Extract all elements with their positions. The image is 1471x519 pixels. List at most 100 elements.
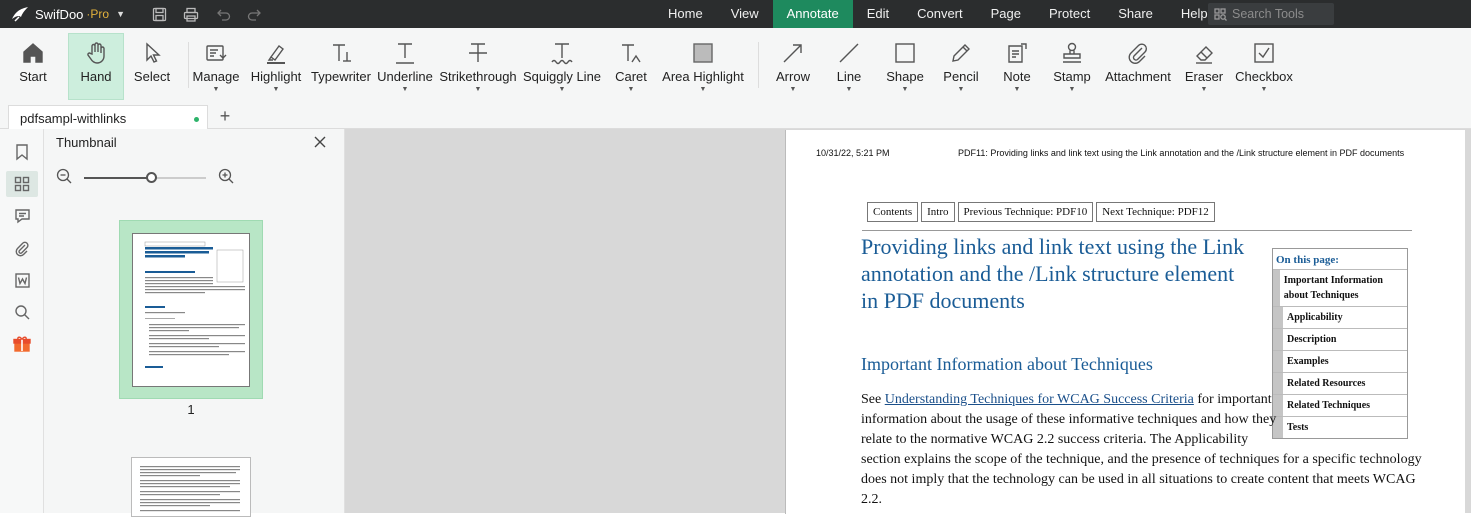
toc-item-label: Description xyxy=(1287,334,1337,345)
underline-tool[interactable]: Underline ▼ xyxy=(377,28,433,102)
print-button[interactable] xyxy=(175,0,207,28)
gift-button[interactable] xyxy=(6,331,38,357)
menu-annotate[interactable]: Annotate xyxy=(772,0,853,28)
thumbnail-panel-button[interactable] xyxy=(6,171,38,197)
search-panel-button[interactable] xyxy=(6,299,38,325)
manage-tool[interactable]: Manage ▼ xyxy=(193,28,240,102)
app-logo-menu[interactable]: SwifDoo ·Pro ▼ xyxy=(0,0,125,28)
undo-button[interactable] xyxy=(207,0,239,28)
toc-item[interactable]: Examples xyxy=(1273,350,1407,372)
menu-convert[interactable]: Convert xyxy=(903,0,977,28)
note-tool[interactable]: Note ▼ xyxy=(1000,28,1034,102)
arrow-tool[interactable]: Arrow ▼ xyxy=(773,28,813,102)
checkbox-icon xyxy=(1254,43,1274,63)
hand-label: Hand xyxy=(80,69,112,84)
page-thumbnail-selected[interactable] xyxy=(119,220,263,399)
pencil-tool[interactable]: Pencil ▼ xyxy=(940,28,982,102)
page-number-label: 1 xyxy=(187,402,195,417)
chevron-down-icon[interactable]: ▼ xyxy=(559,86,566,94)
nav-contents-link[interactable]: Contents xyxy=(867,202,919,222)
chevron-down-icon[interactable]: ▼ xyxy=(1261,86,1268,94)
chevron-down-icon[interactable]: ▼ xyxy=(902,86,909,94)
heading-line: in PDF documents xyxy=(861,288,1025,313)
zoom-out-button[interactable] xyxy=(56,168,73,188)
chevron-down-icon[interactable]: ▼ xyxy=(958,86,965,94)
toc-item[interactable]: Important Information about Techniques xyxy=(1273,269,1407,306)
word-panel-button[interactable] xyxy=(6,267,38,293)
zoom-in-icon xyxy=(218,168,234,184)
paperclip-icon xyxy=(1128,43,1148,64)
caret-tool[interactable]: Caret ▼ xyxy=(612,28,650,102)
toc-item[interactable]: Description xyxy=(1273,328,1407,350)
caret-label: Caret xyxy=(615,69,647,84)
chevron-down-icon[interactable]: ▼ xyxy=(1069,86,1076,94)
zoom-slider-handle[interactable] xyxy=(146,172,158,183)
arrow-icon xyxy=(783,44,802,63)
attachments-panel-button[interactable] xyxy=(6,235,38,261)
typewriter-tool[interactable]: Typewriter xyxy=(311,28,371,102)
strikethrough-tool[interactable]: Strikethrough ▼ xyxy=(439,28,517,102)
chevron-down-icon[interactable]: ▼ xyxy=(273,86,280,94)
close-icon xyxy=(314,136,326,148)
start-tool[interactable]: Start xyxy=(14,28,52,102)
comments-panel-button[interactable] xyxy=(6,203,38,229)
pdf-page[interactable]: 10/31/22, 5:21 PM PDF11: Providing links… xyxy=(785,130,1465,514)
toc-item[interactable]: Applicability xyxy=(1273,306,1407,328)
save-button[interactable] xyxy=(143,0,175,28)
nav-previous-link[interactable]: Previous Technique: PDF10 xyxy=(957,202,1094,222)
chevron-down-icon[interactable]: ▼ xyxy=(1014,86,1021,94)
menu-edit[interactable]: Edit xyxy=(853,0,903,28)
search-tools-input[interactable]: Search Tools xyxy=(1208,3,1334,25)
eraser-tool[interactable]: Eraser ▼ xyxy=(1184,28,1224,102)
attachment-tool[interactable]: Attachment xyxy=(1105,28,1171,102)
line-label: Line xyxy=(836,69,862,84)
add-tab-button[interactable]: + xyxy=(216,105,234,127)
menu-view[interactable]: View xyxy=(717,0,773,28)
typewriter-label: Typewriter xyxy=(311,69,371,84)
nav-intro-link[interactable]: Intro xyxy=(921,202,955,222)
paragraph-line: See Understanding Techniques for WCAG Su… xyxy=(861,392,1272,407)
chevron-down-icon[interactable]: ▼ xyxy=(790,86,797,94)
wcag-techniques-link[interactable]: Understanding Techniques for WCAG Succes… xyxy=(885,392,1194,407)
shape-tool[interactable]: Shape ▼ xyxy=(885,28,925,102)
toc-item-label: Examples xyxy=(1287,356,1329,367)
zoom-in-button[interactable] xyxy=(218,168,235,188)
chevron-down-icon[interactable]: ▼ xyxy=(475,86,482,94)
app-name: SwifDoo xyxy=(35,6,84,22)
close-panel-button[interactable] xyxy=(313,135,329,151)
document-tab[interactable]: pdfsampl-withlinks xyxy=(8,105,208,130)
menu-home[interactable]: Home xyxy=(654,0,717,28)
chevron-down-icon[interactable]: ▼ xyxy=(700,86,707,94)
separator xyxy=(188,42,189,88)
highlight-tool[interactable]: Highlight ▼ xyxy=(250,28,302,102)
note-icon xyxy=(1008,43,1027,63)
saved-status-dot xyxy=(194,117,199,122)
menu-page[interactable]: Page xyxy=(977,0,1035,28)
chevron-down-icon[interactable]: ▼ xyxy=(402,86,409,94)
redo-button[interactable] xyxy=(239,0,271,28)
zoom-slider[interactable] xyxy=(84,172,206,183)
chevron-down-icon[interactable]: ▼ xyxy=(1201,86,1208,94)
select-tool[interactable]: Select xyxy=(132,28,172,102)
menu-protect[interactable]: Protect xyxy=(1035,0,1104,28)
chevron-down-icon[interactable]: ▼ xyxy=(628,86,635,94)
chevron-down-icon[interactable]: ▼ xyxy=(213,86,220,94)
chevron-down-icon[interactable]: ▼ xyxy=(846,86,853,94)
toc-item-label: Applicability xyxy=(1287,312,1343,323)
nav-next-link[interactable]: Next Technique: PDF12 xyxy=(1096,202,1215,222)
stamp-tool[interactable]: Stamp ▼ xyxy=(1052,28,1092,102)
squiggly-line-tool[interactable]: Squiggly Line ▼ xyxy=(523,28,601,102)
hand-tool[interactable]: Hand xyxy=(68,33,124,100)
line-tool[interactable]: Line ▼ xyxy=(832,28,866,102)
checkbox-tool[interactable]: Checkbox ▼ xyxy=(1235,28,1293,102)
checkbox-label: Checkbox xyxy=(1235,69,1293,84)
menu-share[interactable]: Share xyxy=(1104,0,1167,28)
stamp-label: Stamp xyxy=(1053,69,1091,84)
document-viewer[interactable]: 10/31/22, 5:21 PM PDF11: Providing links… xyxy=(345,129,1471,514)
bookmark-panel-button[interactable] xyxy=(6,139,38,165)
app-menu-caret-icon[interactable]: ▼ xyxy=(116,9,125,19)
area-highlight-tool[interactable]: Area Highlight ▼ xyxy=(662,28,744,102)
body-paragraph: See Understanding Techniques for WCAG Su… xyxy=(861,390,1422,510)
page-thumbnail[interactable] xyxy=(131,457,251,517)
paragraph-line: 2.2. xyxy=(861,492,882,507)
